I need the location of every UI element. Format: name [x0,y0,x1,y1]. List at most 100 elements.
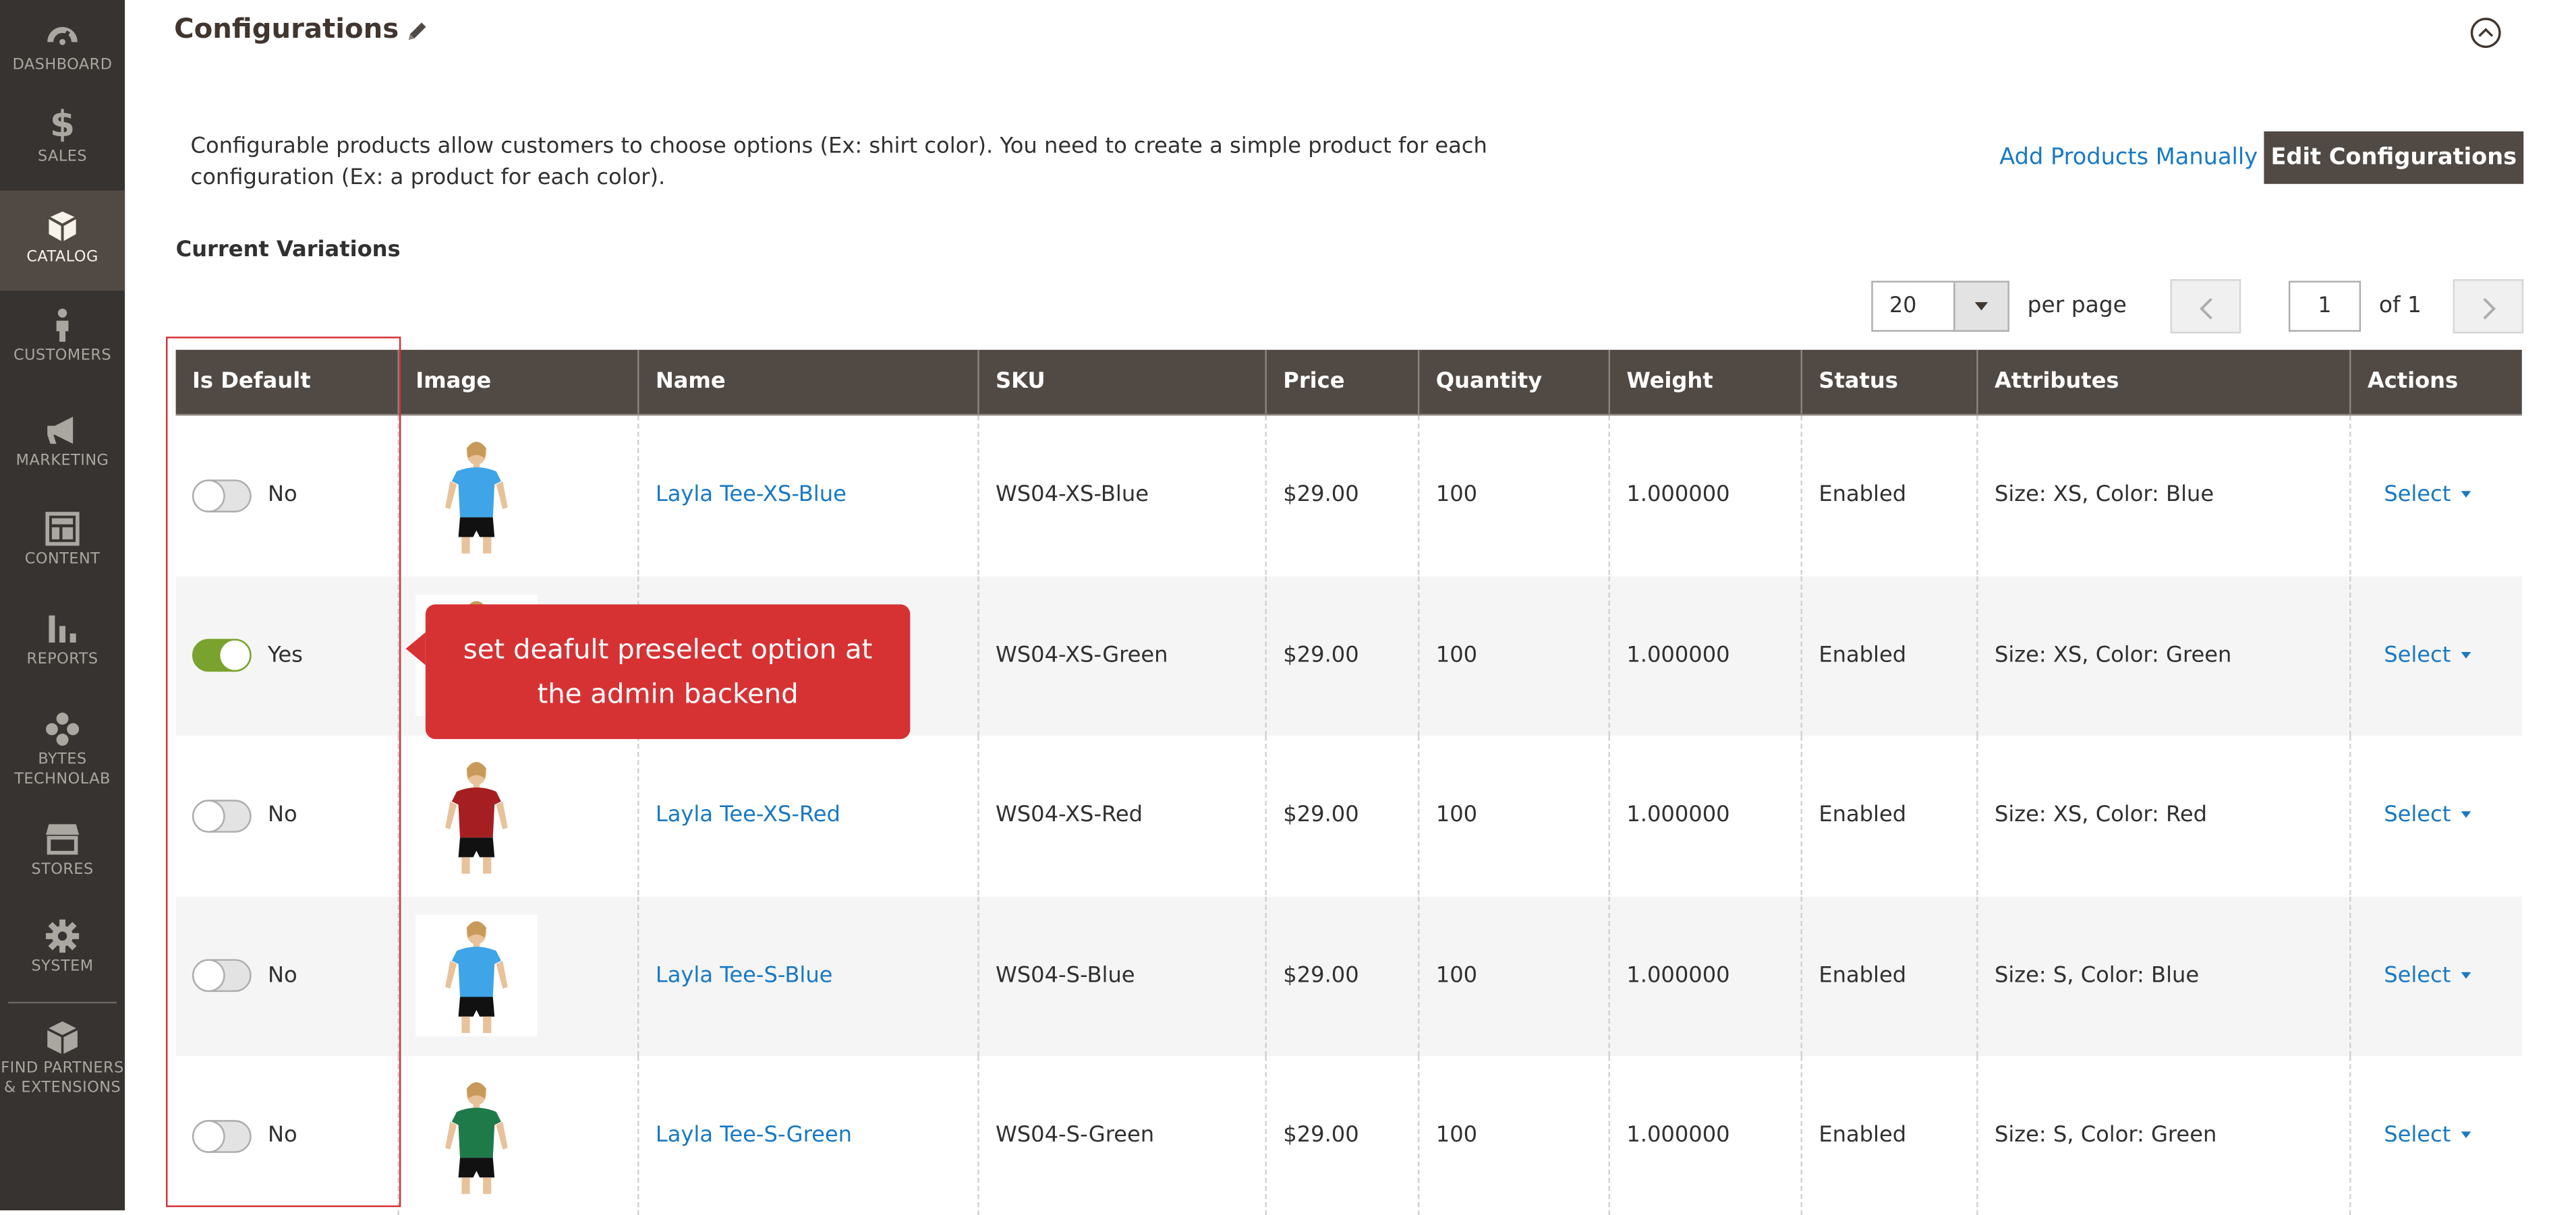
table-row: No Layla Tee-S-Green WS04-S-Green $29.00… [176,1056,2522,1215]
toggle-knob [192,959,225,992]
nav-reports-label: REPORTS [26,650,98,669]
actions-cell: Select [2349,415,2522,575]
nav-partners-label-1: FIND PARTNERS [1,1059,124,1077]
nav-marketing-label: MARKETING [16,451,109,470]
toggle-knob [192,479,225,512]
quantity-cell: 100 [1418,575,1609,735]
sku-cell: WS04-S-Blue [977,895,1265,1055]
megaphone-icon [47,417,74,444]
is-default-toggle[interactable] [192,959,252,992]
nav-reports[interactable]: REPORTS [0,595,125,695]
nav-sales[interactable]: $ SALES [0,95,125,196]
toggle-knob [192,798,225,832]
name-cell: Layla Tee-S-Green [637,1056,977,1215]
table-row: No Layla Tee-XS-Blue WS04-XS-Blue $29.00… [176,415,2522,575]
nav-stores-label: STORES [31,860,94,879]
nav-dashboard-label: DASHBOARD [12,55,113,74]
is-default-toggle[interactable] [192,1119,252,1152]
nav-system[interactable]: SYSTEM [0,905,125,1005]
select-action-dropdown[interactable]: Select [2384,483,2471,508]
sku-cell: WS04-S-Green [977,1056,1265,1215]
section-title: Configurations [174,13,399,45]
is-default-toggle[interactable] [192,639,252,672]
prev-page-button[interactable] [2170,279,2241,334]
is-default-toggle[interactable] [192,798,252,832]
edit-configurations-button[interactable]: Edit Configurations [2264,131,2524,184]
quantity-cell: 100 [1418,895,1609,1055]
select-action-dropdown[interactable]: Select [2384,964,2471,988]
nav-content[interactable]: CONTENT [0,494,125,595]
per-page-label: per page [2027,292,2127,319]
status-cell: Enabled [1800,1056,1977,1215]
collapse-icon[interactable] [2469,16,2502,49]
attributes-cell: Size: XS, Color: Blue [1976,415,2349,575]
per-page-select[interactable]: 20 [1871,280,2009,332]
nav-bytes-technolab[interactable]: BYTES TECHNOLAB [0,697,125,805]
product-thumbnail[interactable] [416,434,538,556]
nav-find-partners[interactable]: FIND PARTNERS & EXTENSIONS [0,1007,125,1115]
product-name-link[interactable]: Layla Tee-XS-Blue [656,483,847,508]
sku-cell: WS04-XS-Green [977,575,1265,735]
select-action-label: Select [2384,643,2451,668]
is-default-cell: No [176,1056,398,1215]
image-cell [397,895,637,1055]
per-page-value: 20 [1889,293,1917,319]
nav-catalog[interactable]: CATALOG [0,190,125,291]
col-weight: Weight [1608,349,1801,414]
page-count-label: of 1 [2378,292,2422,319]
price-cell: $29.00 [1265,415,1418,575]
select-action-dropdown[interactable]: Select [2384,643,2471,668]
pencil-icon[interactable] [406,20,429,42]
col-quantity: Quantity [1418,349,1609,414]
col-is-default: Is Default [192,369,311,394]
dollar-icon: $ [49,105,76,146]
select-action-label: Select [2384,1123,2451,1148]
select-action-label: Select [2384,803,2451,828]
attributes-cell: Size: XS, Color: Red [1976,736,2349,895]
image-cell [397,736,637,895]
product-thumbnail[interactable] [416,1075,538,1197]
add-products-manually-link[interactable]: Add Products Manually [1999,144,2258,171]
nav-system-label: SYSTEM [31,957,94,976]
sku-cell: WS04-XS-Red [977,736,1265,895]
actions-cell: Select [2349,895,2522,1055]
price-cell: $29.00 [1265,1056,1418,1215]
status-cell: Enabled [1800,415,1977,575]
nav-dashboard[interactable]: DASHBOARD [0,0,125,100]
annotation-callout: set deafult preselect option at the admi… [405,604,911,740]
is-default-cell: No [176,415,398,574]
cube-icon [47,1021,78,1055]
product-name-link[interactable]: Layla Tee-S-Blue [656,964,833,988]
caret-down-icon [2460,651,2471,658]
name-cell: Layla Tee-S-Blue [637,895,977,1055]
is-default-cell: No [176,736,398,895]
page-number-input[interactable]: 1 [2288,280,2362,332]
col-status: Status [1800,349,1977,414]
attributes-cell: Size: S, Color: Blue [1976,895,2349,1055]
cluster-icon [45,712,80,746]
product-thumbnail[interactable] [416,754,538,877]
product-name-link[interactable]: Layla Tee-XS-Red [656,803,840,828]
weight-cell: 1.000000 [1608,575,1801,735]
select-action-dropdown[interactable]: Select [2384,803,2471,828]
nav-partners-label-2: & EXTENSIONS [3,1079,121,1098]
status-cell: Enabled [1800,575,1977,735]
product-name-link[interactable]: Layla Tee-S-Green [656,1123,852,1148]
product-thumbnail[interactable] [416,914,538,1036]
nav-customers[interactable]: CUSTOMERS [0,293,125,393]
weight-cell: 1.000000 [1608,415,1801,575]
nav-stores[interactable]: STORES [0,804,125,905]
nav-bytes-label-2: TECHNOLAB [14,770,111,789]
bar-chart-icon [49,615,76,643]
admin-sidebar: DASHBOARD $ SALES CATALOG CUSTOMERS MARK… [0,0,125,1211]
is-default-toggle[interactable] [192,479,252,512]
next-page-button[interactable] [2453,279,2524,334]
caret-down-icon [2460,1131,2471,1138]
person-icon [56,308,69,342]
caret-down-icon [2460,811,2471,818]
nav-marketing[interactable]: MARKETING [0,394,125,495]
chevron-down-icon[interactable] [1953,282,2008,330]
actions-cell: Select [2349,1056,2522,1215]
select-action-dropdown[interactable]: Select [2384,1123,2471,1148]
dashboard-icon [47,26,78,45]
